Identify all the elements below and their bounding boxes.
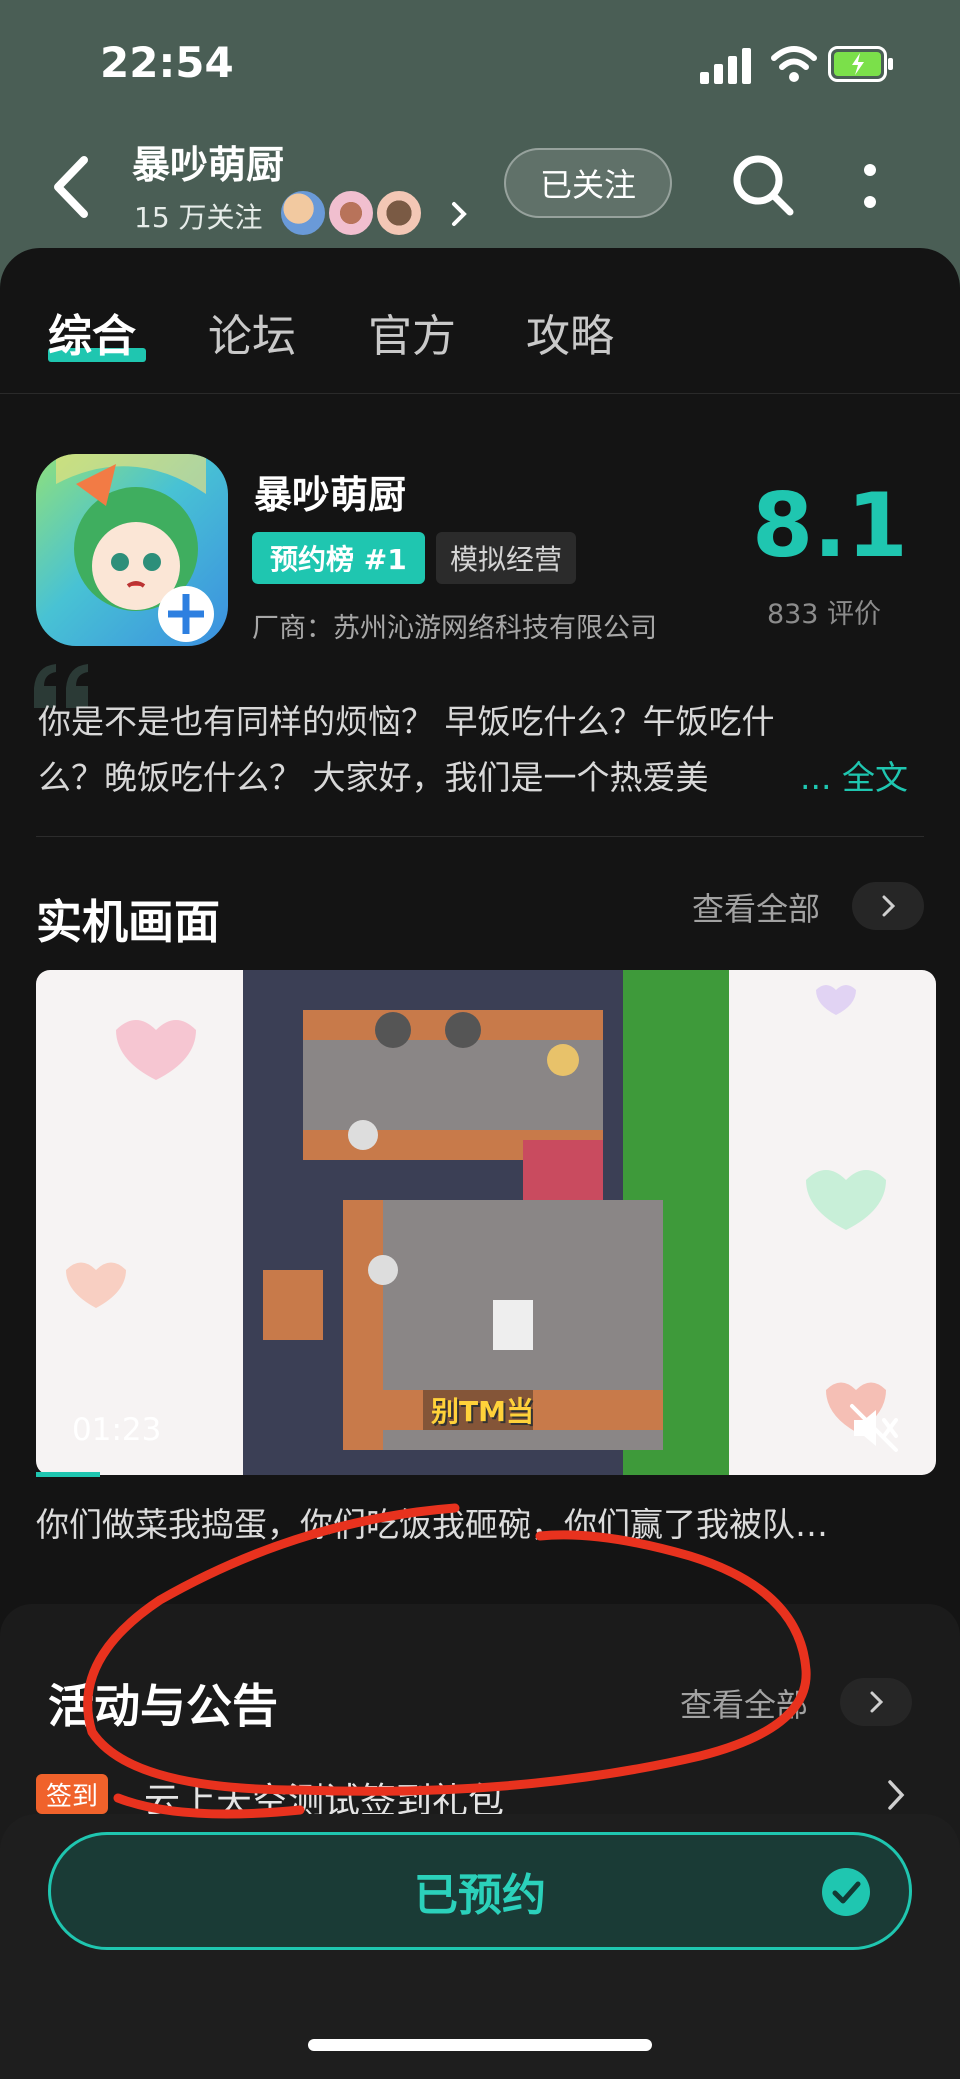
- activity-see-all[interactable]: 查看全部: [680, 1680, 808, 1726]
- genre-tag[interactable]: 模拟经营: [436, 532, 577, 584]
- gameplay-video[interactable]: 别TM当 01:23: [36, 970, 936, 1475]
- back-icon[interactable]: [46, 152, 96, 222]
- rank-badge[interactable]: 预约榜 #1: [252, 532, 425, 584]
- description-expand-link[interactable]: ... 全文: [800, 750, 908, 806]
- avatar: [374, 188, 424, 238]
- developer-label[interactable]: 厂商：苏州沁游网络科技有限公司: [252, 606, 657, 645]
- status-bar: 22:54: [0, 0, 960, 130]
- activity-item-badge: 签到: [36, 1774, 109, 1814]
- avatar: [326, 188, 376, 238]
- video-progress: [36, 1472, 100, 1477]
- tab-forum[interactable]: 论坛: [208, 300, 296, 364]
- tab-bar: 综合 论坛 官方 攻略: [0, 248, 960, 394]
- screenshots-see-all[interactable]: 查看全部: [692, 884, 820, 930]
- wifi-icon: [771, 46, 817, 82]
- screenshots-section-title: 实机画面: [36, 895, 220, 949]
- video-duration: 01:23: [72, 1412, 162, 1448]
- rating-score: 8.1: [752, 474, 908, 577]
- search-icon[interactable]: [728, 150, 798, 220]
- chevron-right-icon[interactable]: [886, 1778, 906, 1812]
- reserved-button[interactable]: 已预约: [48, 1832, 912, 1950]
- description-line-2: 么？晚饭吃什么？ 大家好，我们是一个热爱美: [38, 758, 709, 797]
- more-icon[interactable]: [858, 158, 882, 218]
- follower-count[interactable]: 15 万关注: [134, 196, 263, 236]
- rating-count[interactable]: 833 评价: [752, 592, 896, 631]
- battery-icon: [828, 46, 893, 82]
- tab-overview[interactable]: 综合: [48, 300, 136, 364]
- follow-button[interactable]: 已关注: [504, 148, 672, 218]
- video-frame: 别TM当: [243, 970, 729, 1475]
- header-title: 暴吵萌厨: [132, 143, 285, 187]
- app-icon: [36, 454, 228, 646]
- tab-guides[interactable]: 攻略: [526, 300, 614, 364]
- app-icon-art: [56, 454, 214, 642]
- follower-avatars[interactable]: [278, 188, 424, 238]
- chevron-right-icon: [870, 1691, 884, 1713]
- video-overlay-text: 别TM当: [431, 1395, 534, 1428]
- avatar: [278, 188, 328, 238]
- signal-icon: [700, 48, 751, 84]
- chevron-right-icon[interactable]: [450, 200, 468, 228]
- home-indicator: [308, 2039, 652, 2051]
- app-name: 暴吵萌厨: [254, 473, 407, 517]
- activity-see-all-button[interactable]: [840, 1678, 912, 1726]
- check-icon: [822, 1868, 870, 1916]
- chevron-right-icon: [882, 895, 896, 917]
- divider: [36, 836, 924, 837]
- mute-icon[interactable]: [846, 1400, 902, 1456]
- video-caption[interactable]: 你们做菜我捣蛋，你们吃饭我砸碗，你们赢了我被队…: [36, 1498, 828, 1546]
- status-time: 22:54: [100, 38, 234, 87]
- description-line-1: 你是不是也有同样的烦恼？ 早饭吃什么？午饭吃什: [38, 702, 775, 741]
- tab-official[interactable]: 官方: [368, 300, 456, 364]
- top-header: 暴吵萌厨 15 万关注 已关注: [0, 130, 960, 245]
- activity-section-title: 活动与公告: [48, 1679, 278, 1733]
- screenshots-see-all-button[interactable]: [852, 882, 924, 930]
